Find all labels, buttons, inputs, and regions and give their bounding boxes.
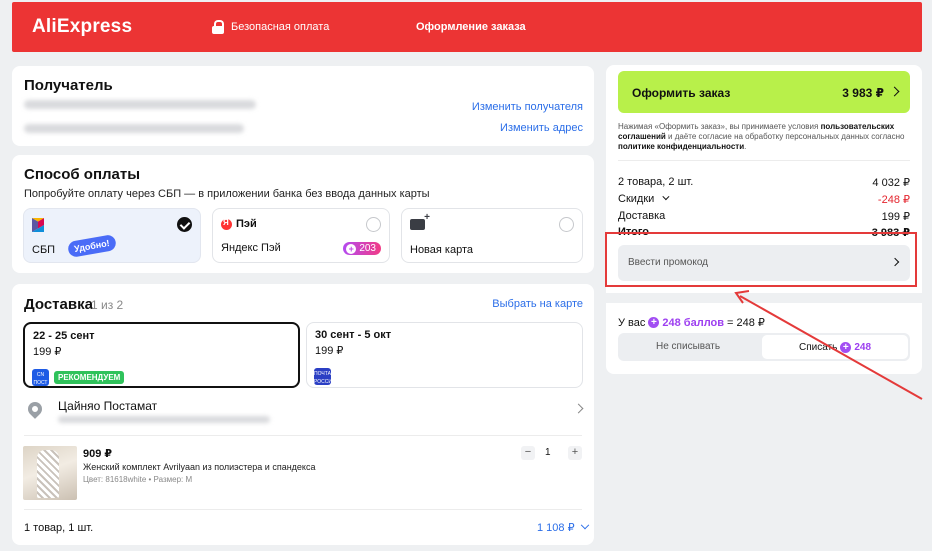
recipient-card: Получатель Изменить получателя Изменить … — [12, 66, 594, 146]
payment-card: Способ оплаты Попробуйте оплату через СБ… — [12, 155, 594, 273]
top-header: AliExpress Безопасная оплата Оформление … — [12, 2, 922, 52]
yandex-points-badge: + 203 — [343, 242, 381, 255]
summary-value: -248 ₽ — [877, 194, 910, 206]
russian-post-logo-icon: ПОЧТА РОССИИ — [314, 368, 336, 385]
slot-price: 199 ₽ — [33, 346, 62, 358]
points-plus-icon: + — [648, 317, 660, 328]
summary-row-items: 2 товара, 2 шт. 4 032 ₽ — [618, 176, 910, 189]
privacy-policy-link[interactable]: политике конфиденциальности — [618, 142, 744, 151]
payment-option-sbp[interactable]: СБП Удобно! — [23, 208, 201, 263]
yandex-pay-label: Яндекс Пэй — [221, 242, 281, 254]
secure-payment-text: Безопасная оплата — [231, 21, 330, 33]
payment-title: Способ оплаты — [24, 166, 141, 183]
slot-price: 199 ₽ — [315, 345, 344, 357]
lock-icon — [212, 20, 224, 34]
place-order-label: Оформить заказ — [632, 86, 731, 100]
sbp-radio[interactable] — [177, 217, 192, 232]
payment-option-new-card[interactable]: Новая карта — [401, 208, 583, 263]
divider — [24, 435, 582, 436]
place-order-button[interactable]: Оформить заказ 3 983 ₽ — [618, 71, 910, 113]
yandex-points-value: 203 — [359, 243, 376, 254]
item-price: 909 ₽ — [83, 448, 113, 460]
delivery-total-toggle[interactable]: 1 108 ₽ — [537, 520, 589, 534]
chevron-right-icon — [573, 403, 584, 414]
recipient-info-blurred — [24, 100, 256, 109]
recipient-title: Получатель — [24, 77, 113, 94]
delivery-total-value: 1 108 ₽ — [537, 522, 575, 534]
slot-dates: 30 сент - 5 окт — [315, 329, 392, 341]
delivery-card: Доставка 1 из 2 Выбрать на карте 22 - 25… — [12, 284, 594, 545]
change-address-link[interactable]: Изменить адрес — [500, 122, 583, 134]
summary-value: 4 032 ₽ — [872, 177, 910, 189]
legal-text: . — [744, 142, 747, 151]
quantity-value: 1 — [545, 447, 551, 458]
summary-row-discounts[interactable]: Скидки -248 ₽ — [618, 193, 910, 206]
delivery-slot-2[interactable]: 30 сент - 5 окт 199 ₽ ПОЧТА РОССИИ — [306, 322, 583, 388]
divider — [24, 509, 582, 510]
summary-value: 199 ₽ — [881, 211, 910, 223]
sbp-badge: Удобно! — [66, 233, 117, 259]
pickup-address-blurred — [58, 416, 270, 423]
address-info-blurred — [24, 124, 244, 133]
page-title: Оформление заказа — [416, 21, 526, 33]
divider — [618, 160, 910, 161]
points-toggle: Не списывать Списать + 248 — [618, 333, 910, 361]
item-variant: Цвет: 81618white • Размер: M — [83, 475, 193, 484]
aliexpress-logo[interactable]: AliExpress — [32, 16, 132, 38]
balance-prefix: У вас — [618, 316, 646, 329]
use-points-option[interactable]: Списать + 248 — [762, 335, 908, 359]
balance-suffix: = 248 ₽ — [727, 317, 765, 329]
new-card-label: Новая карта — [410, 244, 473, 256]
new-card-radio[interactable] — [559, 217, 574, 232]
yandex-pay-radio[interactable] — [366, 217, 381, 232]
use-points-label: Списать — [798, 341, 838, 353]
use-points-value: 248 — [854, 341, 872, 353]
delivery-title: Доставка — [24, 296, 93, 313]
delivery-item-count: 1 товар, 1 шт. — [24, 522, 94, 534]
sbp-label: СБП — [32, 244, 56, 256]
recommended-badge: РЕКОМЕНДУЕМ — [54, 371, 125, 384]
change-recipient-link[interactable]: Изменить получателя — [472, 101, 583, 113]
payment-option-yandex-pay[interactable]: Пэй Яндекс Пэй + 203 — [212, 208, 390, 263]
yandex-icon — [221, 218, 232, 230]
summary-row-delivery: Доставка 199 ₽ — [618, 210, 910, 223]
chevron-right-icon — [889, 86, 900, 97]
legal-text: Нажимая «Оформить заказ», вы принимаете … — [618, 122, 821, 131]
summary-label: 2 товара, 2 шт. — [618, 176, 694, 188]
location-pin-icon — [25, 399, 45, 419]
cainiao-logo-icon: CN ПОСТ — [32, 369, 49, 386]
points-plus-icon: + — [346, 243, 357, 254]
payment-hint: Попробуйте оплату через СБП — в приложен… — [24, 188, 430, 200]
sbp-icon — [32, 218, 44, 232]
yandex-brand: Пэй — [236, 218, 257, 230]
quantity-decrease-button[interactable]: − — [521, 446, 535, 460]
pickup-point-row[interactable]: Цайняо Постамат — [24, 397, 584, 431]
points-plus-icon: + — [840, 341, 852, 353]
annotation-highlight-box — [605, 232, 917, 287]
delivery-slot-1[interactable]: 22 - 25 сент 199 ₽ CN ПОСТ РЕКОМЕНДУЕМ — [23, 322, 300, 388]
chevron-down-icon — [580, 520, 589, 530]
summary-label: Доставка — [618, 210, 666, 222]
do-not-use-points-option[interactable]: Не списывать — [656, 341, 720, 352]
chevron-down-icon — [662, 193, 670, 201]
pickup-point-name: Цайняо Постамат — [58, 399, 158, 413]
choose-on-map-link[interactable]: Выбрать на карте — [492, 298, 583, 310]
legal-notice: Нажимая «Оформить заказ», вы принимаете … — [618, 122, 914, 152]
legal-text: и даёте согласие на обработку персональн… — [665, 132, 905, 141]
secure-payment-label: Безопасная оплата — [212, 20, 329, 34]
product-thumbnail[interactable] — [23, 446, 77, 500]
slot-dates: 22 - 25 сент — [33, 330, 95, 342]
summary-label: Скидки — [618, 193, 655, 205]
balance-points: 248 баллов — [662, 316, 725, 329]
place-order-total: 3 983 ₽ — [842, 86, 884, 100]
add-card-icon — [410, 212, 430, 230]
section-gap — [606, 293, 922, 303]
delivery-steps: 1 из 2 — [91, 298, 124, 312]
quantity-increase-button[interactable]: + — [568, 446, 582, 460]
order-summary-card: Оформить заказ 3 983 ₽ Нажимая «Оформить… — [606, 65, 922, 374]
item-title[interactable]: Женский комплект Avrilyaan из полиэстера… — [83, 462, 315, 472]
points-balance: У вас + 248 баллов = 248 ₽ — [618, 316, 765, 330]
